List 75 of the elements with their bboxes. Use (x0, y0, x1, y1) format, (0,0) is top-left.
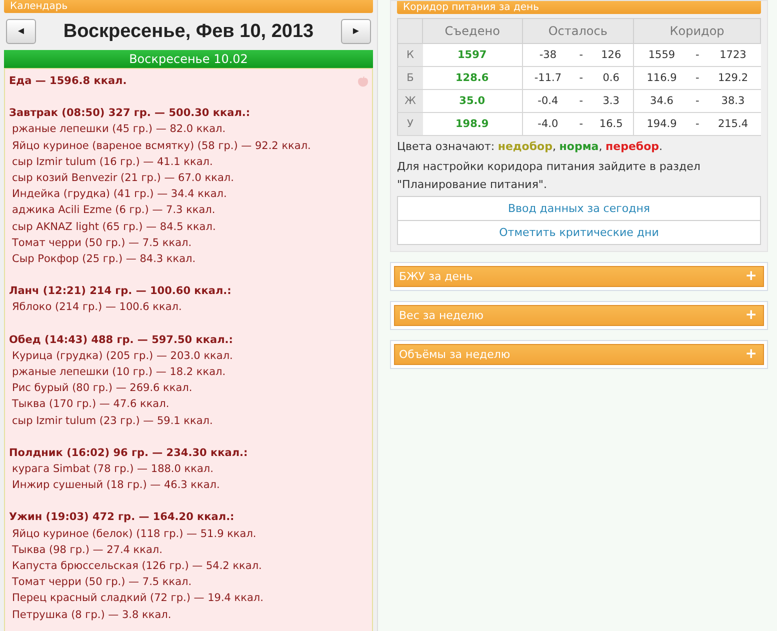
column-header: Осталось (522, 18, 634, 44)
food-item: сыр AKNAZ light (65 гр.) — 84.5 ккал. (11, 220, 217, 235)
action-button[interactable]: Ввод данных за сегодня (397, 196, 761, 221)
table-cell: 126 (589, 44, 634, 66)
food-item: курага Simbat (78 гр.) — 188.0 ккал. (11, 462, 214, 478)
food-item: сыр Izmir tulum (23 гр.) — 59.1 ккал. (11, 414, 214, 429)
table-cell: 1723 (705, 44, 760, 66)
table-cell: 34.6 (634, 90, 690, 112)
food-item: Курица (грудка) (205 гр.) — 203.0 ккал. (11, 348, 234, 364)
eaten-value: 1597 (422, 44, 522, 66)
dash: - (573, 90, 590, 112)
food-item: ржаные лепешки (10 гр.) — 18.2 ккал. (11, 365, 227, 380)
row-label: У (398, 112, 422, 136)
meal-title: Полдник (16:02) 96 гр. — 234.30 ккал.: (9, 446, 249, 461)
food-item: Рис бурый (80 гр.) — 269.6 ккал. (11, 381, 194, 396)
previous-day-button[interactable]: ◄ (6, 19, 36, 44)
food-item: Инжир сушеный (18 гр.) — 46.3 ккал. (11, 478, 221, 494)
food-item: Тыква (170 гр.) — 47.6 ккал. (11, 397, 170, 412)
table-cell: -11.7 (522, 66, 574, 90)
food-item: Яйцо куриное (вареное всмятку) (58 гр.) — 92.2 ккал. (11, 138, 312, 154)
table-cell: -4.0 (522, 112, 574, 136)
dash: - (689, 66, 706, 90)
dash: - (689, 90, 706, 112)
eaten-value: 128.6 (422, 66, 522, 90)
table-cell: 38.3 (705, 90, 760, 112)
food-total: Еда — 1596.8 ккал. (9, 74, 127, 89)
dash: - (573, 66, 590, 90)
table-cell: 0.6 (589, 66, 634, 90)
table-cell: 194.9 (634, 112, 690, 136)
meal-title: Завтрак (08:50) 327 гр. — 500.30 ккал.: (9, 106, 252, 122)
dash: - (573, 112, 590, 136)
meal-title: Ужин (19:03) 472 гр. — 164.20 ккал.: (9, 510, 236, 526)
food-item: сыр Izmir tulum (16 гр.) — 41.1 ккал. (11, 154, 214, 170)
table-cell: -38 (522, 44, 574, 66)
table-cell: 215.4 (705, 112, 760, 136)
row-label: К (398, 44, 422, 66)
meal-title: Обед (14:43) 488 гр. — 597.50 ккал.: (9, 332, 234, 348)
column-header: Съедено (422, 18, 522, 44)
food-item: сыр козий Benvezir (21 гр.) — 67.0 ккал. (11, 171, 235, 186)
table-cell: 129.2 (705, 66, 760, 90)
day-bar: Воскресенье 10.02 (4, 50, 373, 68)
eaten-value: 35.0 (422, 90, 522, 112)
table-cell: 16.5 (589, 112, 634, 136)
eaten-value: 198.9 (422, 112, 522, 136)
food-item: Сыр Рокфор (25 гр.) — 84.3 ккал. (11, 252, 197, 268)
food-item: Петрушка (8 гр.) — 3.8 ккал. (11, 608, 172, 623)
date-title: Воскресенье, Фев 10, 2013 (63, 20, 314, 42)
apple-icon (358, 76, 368, 87)
food-item: Индейка (грудка) (41 гр.) — 34.4 ккал. (11, 187, 228, 202)
table-cell: 116.9 (634, 66, 690, 90)
meal-title: Ланч (12:21) 214 гр. — 100.60 ккал.: (9, 284, 232, 300)
row-label: Б (398, 66, 422, 90)
color-legend: Цвета означают: недобор, норма, перебор. (397, 138, 761, 156)
panel-header: Календарь (4, 0, 373, 13)
food-item: ржаные лепешки (45 гр.) — 82.0 ккал. (11, 122, 227, 138)
table-cell: 3.3 (589, 90, 634, 112)
food-item: Перец красный сладкий (72 гр.) — 19.4 ккал. (11, 591, 264, 606)
row-label: Ж (398, 90, 422, 112)
food-item: Тыква (98 гр.) — 27.4 ккал. (11, 542, 164, 558)
dash: - (573, 44, 590, 66)
settings-note: Для настройки коридора питания зайдите в раздел "Планирование питания". (397, 159, 702, 193)
next-day-button[interactable]: ► (340, 19, 371, 44)
table-cell: 1559 (634, 44, 690, 66)
food-item: Яйцо куриное (белок) (118 гр.) — 51.9 ккал. (11, 526, 258, 542)
dash: - (689, 44, 706, 66)
food-item: Томат черри (50 гр.) — 7.5 ккал. (11, 236, 193, 251)
action-button[interactable]: Отметить критические дни (397, 220, 761, 245)
panel-header: Коридор питания за день (397, 1, 761, 14)
column-header: Коридор (634, 18, 760, 44)
food-item: Томат черри (50 гр.) — 7.5 ккал. (11, 575, 193, 590)
table-cell: -0.4 (522, 90, 574, 112)
food-item: аджика Acili Ezme (6 гр.) — 7.3 ккал. (11, 203, 216, 218)
food-item: Яблоко (214 гр.) — 100.6 ккал. (11, 300, 183, 316)
dash: - (689, 112, 706, 136)
food-item: Капуста брюссельская (126 гр.) — 54.2 ккал. (11, 559, 263, 574)
